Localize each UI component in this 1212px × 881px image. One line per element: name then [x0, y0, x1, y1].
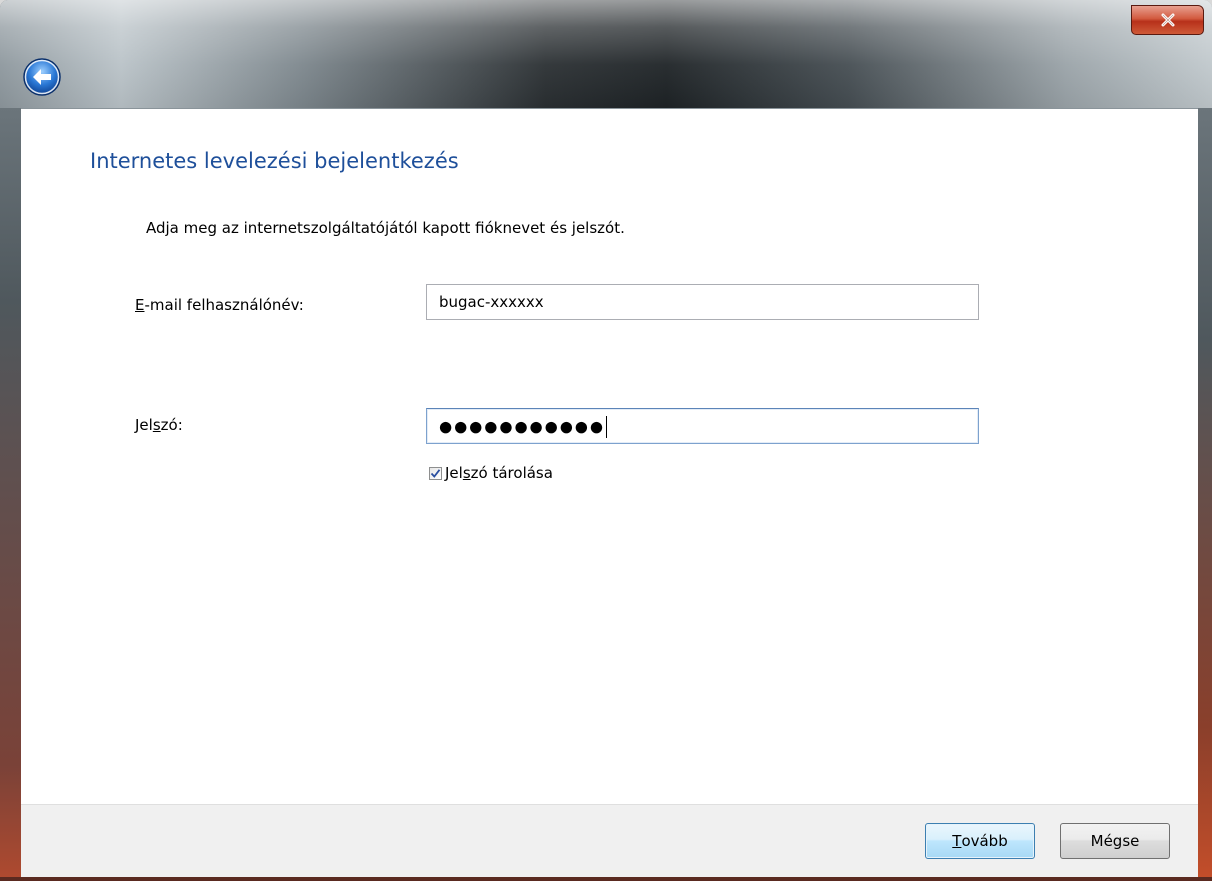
remember-label-pre: Jel — [445, 464, 463, 482]
username-value: bugac-xxxxxx — [439, 293, 544, 311]
password-label-accel: s — [152, 416, 161, 434]
back-arrow-icon — [23, 58, 61, 96]
username-input[interactable]: bugac-xxxxxx — [426, 284, 979, 320]
username-label-text: -mail felhasználónév: — [144, 296, 304, 314]
next-button-accel: T — [952, 832, 962, 850]
password-masked-value: ●●●●●●●●●●● — [439, 417, 605, 436]
page-title: Internetes levelezési bejelentkezés — [90, 149, 459, 173]
wizard-content: Internetes levelezési bejelentkezés Adja… — [21, 108, 1198, 804]
cancel-button[interactable]: Mégse — [1060, 823, 1170, 859]
back-button[interactable] — [22, 57, 62, 97]
remember-password-checkbox[interactable] — [429, 466, 442, 480]
window-frame-left — [0, 108, 21, 881]
password-input[interactable]: ●●●●●●●●●●● — [426, 408, 979, 444]
wizard-footer: Tovább Mégse — [21, 804, 1198, 877]
text-caret — [605, 415, 607, 438]
dialog-window: Internetes levelezési bejelentkezés Adja… — [0, 0, 1212, 881]
window-frame-bottom — [0, 877, 1212, 881]
next-button[interactable]: Tovább — [925, 823, 1035, 859]
check-icon — [430, 468, 441, 478]
password-label-pre: Jel — [135, 416, 153, 434]
password-label: Jelszó: — [135, 416, 183, 434]
window-frame-right — [1198, 108, 1212, 881]
close-icon — [1161, 13, 1174, 27]
remember-password-label: Jelszó tárolása — [445, 464, 553, 482]
username-label: E-mail felhasználónév: — [135, 296, 304, 314]
remember-label-post: zó tárolása — [470, 464, 553, 482]
next-button-label: ovább — [961, 832, 1008, 850]
instruction-text: Adja meg az internetszolgáltatójától kap… — [146, 219, 625, 237]
close-button[interactable] — [1131, 5, 1204, 35]
password-label-post: zó: — [160, 416, 183, 434]
window-frame-top — [0, 0, 1212, 108]
remember-password-checkbox-row[interactable]: Jelszó tárolása — [429, 464, 553, 482]
remember-label-accel: s — [462, 464, 471, 482]
